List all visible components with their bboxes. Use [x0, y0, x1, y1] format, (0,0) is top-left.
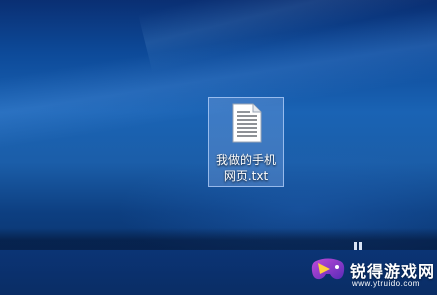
desktop-background: 我做的手机网页.txt 锐得游戏网 www.ytruido.com	[0, 0, 437, 295]
gamepad-logo-icon	[311, 258, 345, 280]
decorative-dots	[354, 242, 362, 250]
desktop-file-icon[interactable]: 我做的手机网页.txt	[208, 97, 284, 187]
text-file-icon	[232, 103, 262, 143]
watermark-url: www.ytruido.com	[352, 279, 420, 288]
file-label: 我做的手机网页.txt	[215, 153, 276, 183]
